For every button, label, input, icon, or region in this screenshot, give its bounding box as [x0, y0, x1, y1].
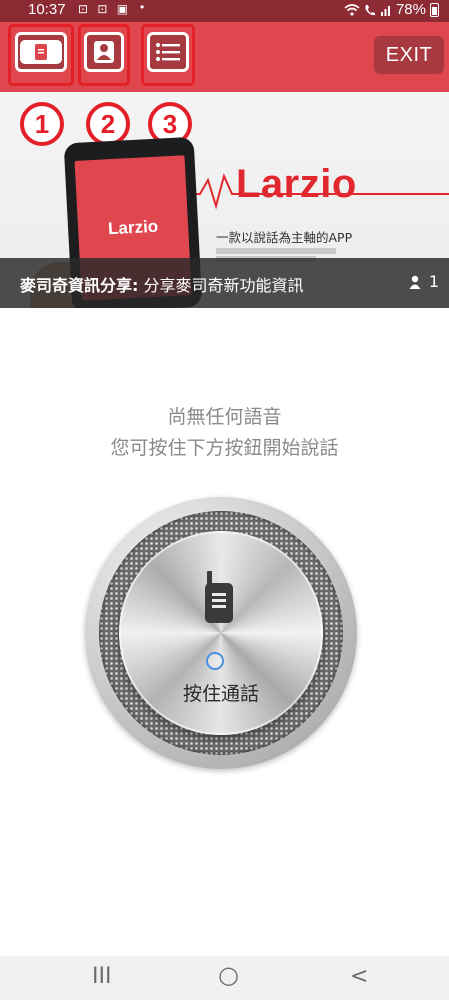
push-to-talk-button[interactable]: 按住通話: [85, 497, 357, 769]
channel-banner: EXIT 1 2 3 Larzio Larzio 一款以說話為主軸的APP 麥司…: [0, 22, 449, 308]
signal-icon: [380, 5, 390, 16]
wifi-call-icon: [365, 4, 375, 15]
home-button[interactable]: ○: [218, 961, 239, 989]
status-time: 10:37: [28, 1, 66, 18]
touch-indicator: [206, 652, 224, 670]
channel-list-button[interactable]: [147, 32, 189, 72]
push-to-talk-label: 按住通話: [182, 683, 259, 705]
member-count-value: 1: [428, 272, 439, 291]
person-icon: [409, 275, 421, 289]
empty-state-title: 尚無任何語音: [167, 406, 282, 428]
brand-logo: Larzio: [236, 162, 357, 206]
wifi-icon: [344, 3, 360, 16]
empty-state-hint: 您可按住下方按鈕開始說話: [110, 437, 339, 459]
person-icon: [94, 41, 114, 63]
walkie-talkie-icon: [20, 40, 62, 64]
list-icon: [156, 43, 180, 61]
banner-fineprint: [216, 248, 336, 254]
channel-description: 分享麥司奇新功能資訊: [143, 276, 304, 295]
recents-button[interactable]: III: [92, 964, 111, 989]
back-button[interactable]: <: [350, 964, 368, 989]
member-count: 1: [409, 272, 439, 291]
system-nav-bar: III ○ <: [0, 956, 449, 1000]
battery-icon: [430, 2, 439, 17]
exit-button[interactable]: EXIT: [374, 36, 444, 74]
members-tab-button[interactable]: [84, 32, 124, 72]
channel-title: 麥司奇資訊分享: 分享麥司奇新功能資訊: [20, 272, 304, 296]
phone-logo: Larzio: [107, 216, 159, 239]
status-right: 78%: [344, 1, 439, 18]
dot-icon: •: [140, 0, 145, 14]
battery-level: 78%: [395, 1, 426, 18]
channel-separator: :: [132, 276, 139, 295]
badge-1: 1: [20, 102, 64, 146]
status-bar: 10:37 ⊡ ⊡ ▣ • 78%: [0, 0, 449, 22]
walkie-talkie-icon: [205, 571, 233, 623]
talk-tab-button[interactable]: [15, 32, 67, 72]
channel-caption: 麥司奇資訊分享: 分享麥司奇新功能資訊 1: [0, 258, 449, 308]
banner-tagline: 一款以說話為主軸的APP: [216, 230, 353, 245]
channel-name: 麥司奇資訊分享: [20, 276, 133, 295]
screenshot-icon: ⊡ ⊡ ▣: [78, 2, 132, 16]
